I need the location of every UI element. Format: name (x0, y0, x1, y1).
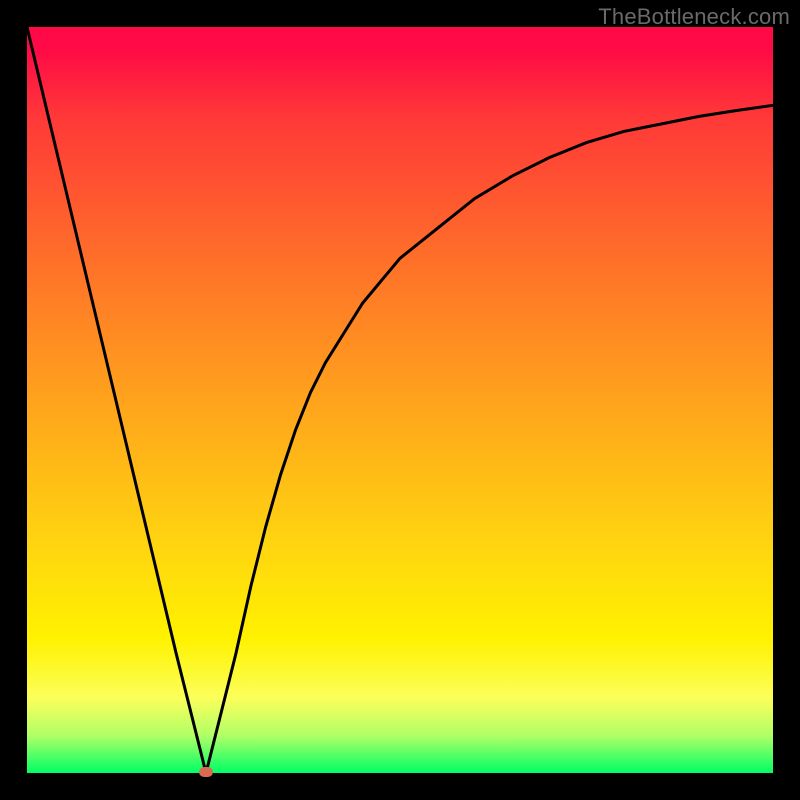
watermark-text: TheBottleneck.com (598, 4, 790, 30)
minimum-marker (199, 767, 213, 777)
curve-path (27, 27, 773, 773)
bottleneck-curve (27, 27, 773, 773)
